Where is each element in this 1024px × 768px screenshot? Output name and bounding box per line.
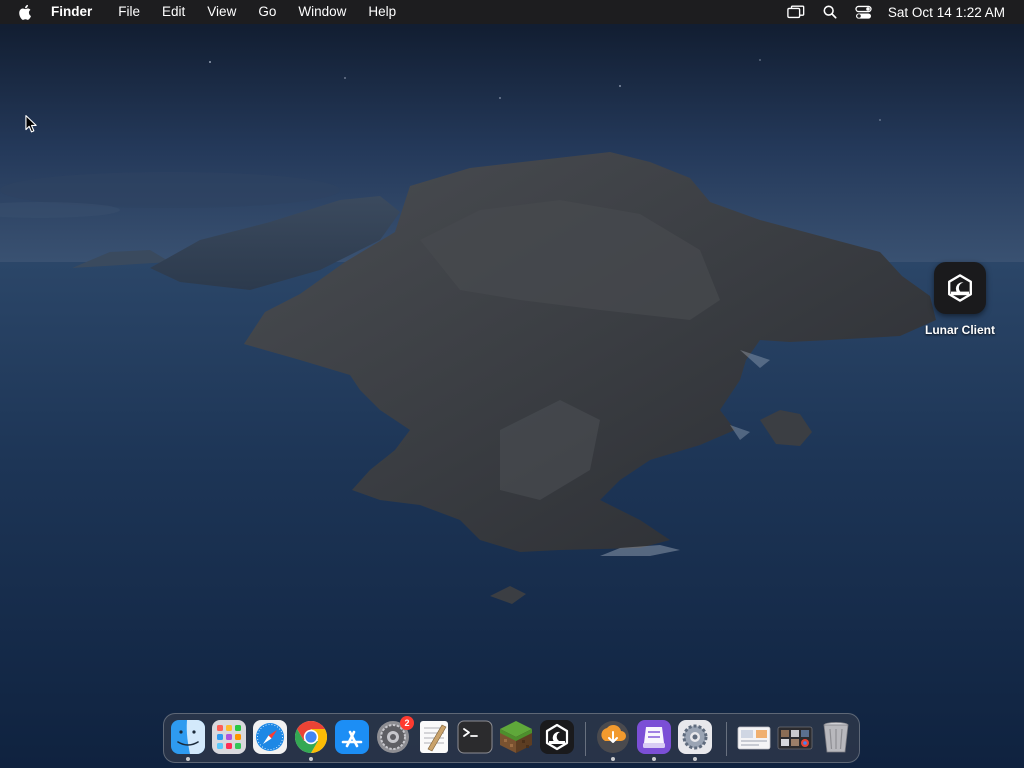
lunar-client-icon <box>934 262 986 314</box>
lunar-client-icon <box>540 720 574 754</box>
dock-downloads-stack[interactable] <box>777 719 813 755</box>
menu-bar: Finder File Edit View Go Window Help Sat… <box>0 0 1024 24</box>
safari-icon <box>253 720 287 754</box>
desktop-icon-lunar-client[interactable]: Lunar Client <box>918 262 1002 337</box>
dock-minecraft[interactable] <box>498 719 534 755</box>
running-indicator <box>652 757 656 761</box>
dock-documents-stack[interactable] <box>736 719 772 755</box>
dock-terminal[interactable] <box>457 719 493 755</box>
dock-installer[interactable] <box>636 719 672 761</box>
screen-mirroring-icon[interactable] <box>786 3 806 21</box>
menu-finder[interactable]: Finder <box>51 0 107 24</box>
dock-launchpad[interactable] <box>211 719 247 755</box>
menu-help[interactable]: Help <box>357 0 407 24</box>
dock: 2 <box>163 713 860 763</box>
dock-textedit[interactable] <box>416 719 452 755</box>
dock-lunar-client[interactable] <box>539 719 575 755</box>
minecraft-icon <box>500 721 532 753</box>
running-indicator <box>186 757 190 761</box>
dock-separator <box>726 722 727 756</box>
mouse-cursor-icon <box>25 115 37 133</box>
textedit-icon <box>420 721 448 753</box>
control-center-icon[interactable] <box>854 3 874 21</box>
menu-view[interactable]: View <box>196 0 247 24</box>
running-indicator <box>611 757 615 761</box>
preferences-gear-icon <box>678 720 712 754</box>
notification-badge: 2 <box>400 716 414 730</box>
desktop-icon-label: Lunar Client <box>924 323 995 337</box>
running-indicator <box>693 757 697 761</box>
finder-icon <box>171 720 205 754</box>
desktop-wallpaper <box>0 0 1024 768</box>
menu-go[interactable]: Go <box>247 0 287 24</box>
terminal-icon <box>457 720 493 754</box>
dock-downloader[interactable] <box>595 719 631 761</box>
downloads-stack-icon <box>777 726 813 750</box>
chrome-icon <box>294 720 328 754</box>
desktop-screen: Finder File Edit View Go Window Help Sat… <box>0 0 1024 768</box>
spotlight-search-icon[interactable] <box>820 3 840 21</box>
menu-file[interactable]: File <box>107 0 151 24</box>
dock-chrome[interactable] <box>293 719 329 761</box>
menu-window[interactable]: Window <box>287 0 357 24</box>
running-indicator <box>309 757 313 761</box>
dock-preferences[interactable] <box>677 719 713 761</box>
apple-logo-icon[interactable] <box>18 3 36 21</box>
dock-safari[interactable] <box>252 719 288 755</box>
dock-system-settings[interactable]: 2 <box>375 716 414 755</box>
documents-stack-icon <box>737 726 771 750</box>
download-app-icon <box>597 721 629 753</box>
trash-icon <box>823 722 849 753</box>
menu-bar-clock[interactable]: Sat Oct 14 1:22 AM <box>888 5 1005 20</box>
app-store-icon <box>335 720 369 754</box>
launchpad-icon <box>212 720 246 754</box>
dock-finder[interactable] <box>170 719 206 761</box>
installer-icon <box>637 720 671 754</box>
dock-separator <box>585 722 586 756</box>
dock-app-store[interactable] <box>334 719 370 755</box>
menu-edit[interactable]: Edit <box>151 0 196 24</box>
dock-trash[interactable] <box>818 719 854 755</box>
